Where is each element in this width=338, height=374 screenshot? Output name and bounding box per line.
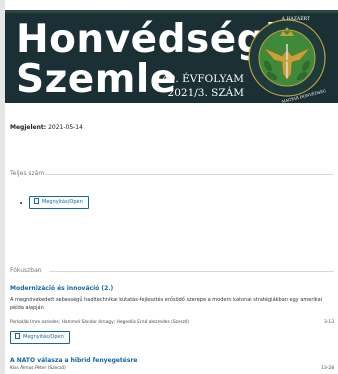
- journal-title-line1: Honvédségi: [16, 17, 279, 62]
- hungarian-defence-forces-emblem-icon: [248, 19, 326, 97]
- section-divider: [49, 271, 334, 272]
- list-bullet: [20, 202, 22, 204]
- article-title-link[interactable]: A NATO válasza a hibrid fenyegetésre: [10, 357, 137, 364]
- article-authors: Porkoláb Imre ezredes; Hammel Sándor őrn…: [10, 320, 190, 325]
- section-divider: [45, 174, 334, 175]
- section-title-focus: Fókuszban: [10, 267, 42, 274]
- full-issue-open-label: Megnyitás/Open: [42, 199, 83, 205]
- article-title-link[interactable]: Modernizáció és innováció (2.): [10, 285, 113, 292]
- article-open-label: Megnyitás/Open: [23, 334, 64, 340]
- article-open-button[interactable]: Megnyitás/Open: [10, 331, 70, 344]
- issue-number-label: 2021/3. SZÁM: [167, 87, 244, 99]
- publication-date: Megjelent: 2021-05-14: [10, 124, 83, 131]
- article-authors: Kiss Álmos Péter (Szerző): [10, 366, 66, 371]
- emblem-top-text: A HAZÁÉRT: [281, 17, 310, 22]
- section-title-full-issue: Teljes szám: [10, 170, 45, 177]
- volume-label: 149. ÉVFOLYAM: [155, 73, 244, 85]
- issue-page: Honvédségi Szemle 149. ÉVFOLYAM 2021/3. …: [5, 0, 338, 374]
- journal-title-line2: Szemle: [16, 57, 177, 102]
- document-icon: [15, 332, 20, 339]
- article-pages: 3-13: [324, 320, 334, 325]
- article-description: A megnövekedett sebességű haditechnikai …: [10, 297, 323, 311]
- full-issue-open-button[interactable]: Megnyitás/Open: [29, 196, 89, 209]
- document-icon: [34, 197, 39, 204]
- article-pages: 13-28: [321, 366, 334, 371]
- journal-banner[interactable]: Honvédségi Szemle 149. ÉVFOLYAM 2021/3. …: [5, 10, 338, 103]
- published-label: Megjelent:: [10, 124, 47, 131]
- published-date: 2021-05-14: [48, 124, 83, 131]
